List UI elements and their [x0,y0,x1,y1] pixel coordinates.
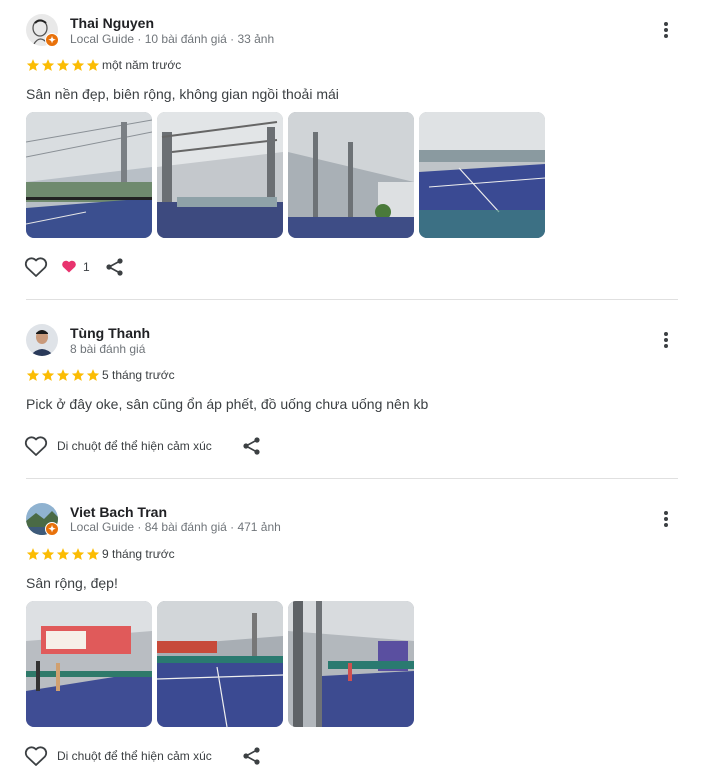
heart-outline-icon [24,746,48,766]
share-button[interactable] [242,746,262,766]
local-guide-badge-icon: ✦ [45,33,59,47]
more-options-icon[interactable] [654,18,678,42]
star-rating [26,547,100,561]
avatar[interactable] [26,324,58,356]
review-photos [26,112,545,238]
reviewer-name[interactable]: Viet Bach Tran [70,504,167,520]
share-icon [243,437,260,455]
star-icon [71,369,85,381]
share-button[interactable] [242,436,262,456]
review-card: Tùng Thanh 8 bài đánh giá 5 tháng trước … [0,300,707,480]
more-options-icon[interactable] [654,328,678,352]
reaction-count[interactable]: 1 [61,259,90,274]
share-button[interactable] [105,257,125,277]
like-button[interactable] [24,256,48,278]
star-icon [56,369,70,381]
like-button[interactable]: Di chuột để thể hiện cảm xúc [24,745,212,767]
like-button[interactable]: Di chuột để thể hiện cảm xúc [24,435,212,457]
review-photo[interactable] [288,601,414,727]
review-card: ✦ Viet Bach Tran Local Guide · 84 bài đá… [0,480,707,779]
star-icon [86,59,100,71]
star-icon [41,548,55,560]
star-rating [26,368,100,382]
local-guide-badge-icon: ✦ [45,522,59,536]
heart-outline-icon [24,257,48,277]
star-icon [26,369,40,381]
review-photo[interactable] [26,601,152,727]
more-options-icon[interactable] [654,507,678,531]
star-icon [26,548,40,560]
share-icon [243,747,260,765]
heart-outline-icon [24,436,48,456]
share-icon [106,258,123,276]
reaction-hint: Di chuột để thể hiện cảm xúc [57,439,212,453]
review-text: Sân nền đẹp, biên rộng, không gian ngồi … [26,86,339,102]
star-icon [86,548,100,560]
star-icon [56,59,70,71]
star-icon [86,369,100,381]
review-photos [26,601,414,727]
heart-filled-icon [62,260,76,273]
star-icon [26,59,40,71]
review-time: một năm trước [102,58,182,72]
star-icon [71,548,85,560]
review-photo[interactable] [157,601,283,727]
star-icon [56,548,70,560]
star-rating [26,58,100,72]
reviewer-meta[interactable]: Local Guide · 84 bài đánh giá · 471 ảnh [70,520,281,534]
review-photo[interactable] [419,112,545,238]
reviewer-name[interactable]: Thai Nguyen [70,15,154,31]
review-text: Sân rộng, đẹp! [26,575,118,591]
star-icon [71,59,85,71]
review-time: 5 tháng trước [102,368,175,382]
review-text: Pick ở đây oke, sân cũng ổn áp phết, đồ … [26,396,429,412]
review-card: ✦ Thai Nguyen Local Guide · 10 bài đánh … [0,0,707,300]
review-time: 9 tháng trước [102,547,175,561]
star-icon [41,369,55,381]
divider [26,478,678,479]
review-photo[interactable] [157,112,283,238]
reviewer-meta[interactable]: Local Guide · 10 bài đánh giá · 33 ảnh [70,32,274,46]
review-photo[interactable] [26,112,152,238]
reviewer-meta[interactable]: 8 bài đánh giá [70,342,145,356]
review-photo[interactable] [288,112,414,238]
reaction-hint: Di chuột để thể hiện cảm xúc [57,749,212,763]
star-icon [41,59,55,71]
reaction-count-value: 1 [83,259,90,274]
reviewer-name[interactable]: Tùng Thanh [70,325,150,341]
